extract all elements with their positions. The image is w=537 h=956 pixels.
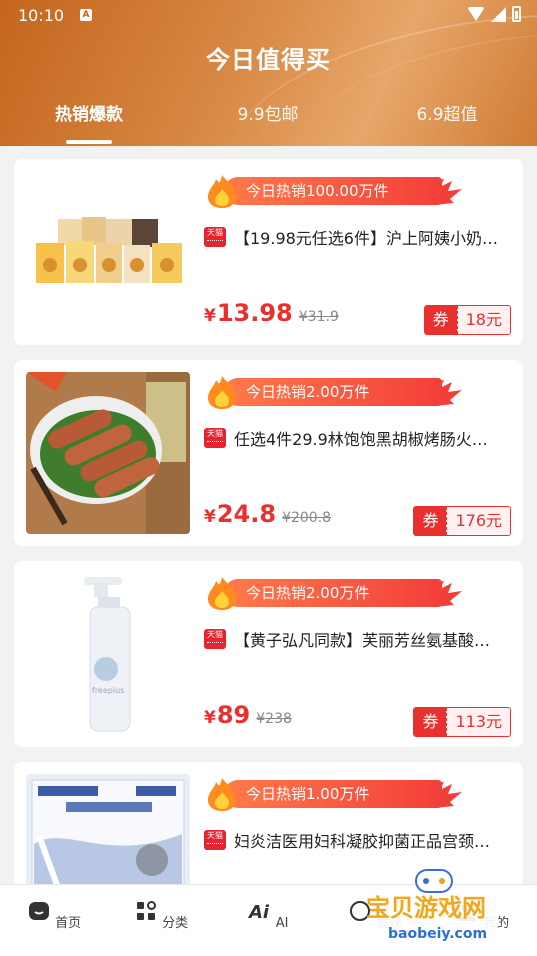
coupon-value: 113元 bbox=[446, 708, 510, 736]
hot-sale-label: 今日热销100.00万件 bbox=[224, 177, 442, 205]
flame-icon bbox=[208, 778, 236, 811]
coupon-badge[interactable]: 券 18元 bbox=[423, 305, 511, 335]
coupon-label: 券 bbox=[424, 306, 457, 334]
coupon-value: 18元 bbox=[456, 306, 510, 334]
coupon-badge[interactable]: 券 176元 bbox=[413, 506, 511, 536]
tab-bar: 热销爆款 9.9包邮 6.9超值 bbox=[0, 100, 537, 146]
product-name[interactable]: 妇炎洁医用妇科凝胶抑菌正品宫颈… bbox=[234, 828, 518, 852]
hot-sale-banner: 今日热销100.00万件 bbox=[204, 173, 462, 209]
status-icons bbox=[467, 6, 521, 22]
snack-packages-icon bbox=[26, 171, 190, 333]
flame-tail-icon bbox=[434, 782, 462, 808]
nav-category[interactable]: 分类 bbox=[121, 899, 201, 931]
svg-text:宝贝游戏网: 宝贝游戏网 bbox=[366, 894, 486, 922]
tab-active-indicator bbox=[66, 140, 112, 144]
flame-icon bbox=[208, 577, 236, 610]
hot-sale-banner: 今日热销2.00万件 bbox=[204, 575, 462, 611]
hot-sale-banner: 今日热销2.00万件 bbox=[204, 374, 462, 410]
page-title: 今日值得买 bbox=[206, 46, 331, 74]
sausage-plate-icon bbox=[26, 372, 190, 534]
product-name[interactable]: 任选4件29.9林饱饱黑胡椒烤肠火… bbox=[234, 426, 518, 450]
product-list[interactable]: 今日热销100.00万件 天猫 【19.98元任选6件】沪上阿姨小奶… ¥13.… bbox=[0, 146, 537, 884]
product-name[interactable]: 【黄子弘凡同款】芙丽芳丝氨基酸… bbox=[234, 627, 518, 651]
hot-sale-label: 今日热销2.00万件 bbox=[224, 579, 442, 607]
flame-tail-icon bbox=[434, 380, 462, 406]
svg-text:freeplus: freeplus bbox=[92, 686, 124, 695]
header: 10:10 A 今日值得买 热销爆款 9.9包邮 6.9超值 bbox=[0, 0, 537, 146]
coupon-label: 券 bbox=[414, 708, 447, 736]
nav-label: AI bbox=[275, 916, 289, 931]
product-card[interactable]: freeplus 今日热销2.00万件 天猫 【黄子弘凡同款】芙丽芳丝氨基酸… … bbox=[14, 561, 523, 747]
price-row: ¥24.8 ¥200.8 bbox=[204, 500, 331, 530]
watermark-logo: 宝贝游戏网 baobeiy.com bbox=[366, 869, 499, 948]
flame-tail-icon bbox=[434, 179, 462, 205]
signal-icon bbox=[491, 6, 506, 22]
platform-badge: 天猫 bbox=[204, 830, 226, 850]
nav-ai[interactable]: Ai AI bbox=[228, 899, 308, 931]
coupon-label: 券 bbox=[414, 507, 447, 535]
product-card[interactable]: 今日热销100.00万件 天猫 【19.98元任选6件】沪上阿姨小奶… ¥13.… bbox=[14, 159, 523, 345]
svg-text:baobeiy.com: baobeiy.com bbox=[388, 926, 487, 942]
nav-label: 分类 bbox=[162, 916, 189, 931]
ai-icon: Ai bbox=[247, 902, 270, 923]
home-icon bbox=[28, 902, 49, 920]
tab-hot-sale[interactable]: 热销爆款 bbox=[14, 100, 164, 125]
category-icon bbox=[136, 901, 156, 920]
product-name[interactable]: 【19.98元任选6件】沪上阿姨小奶… bbox=[234, 225, 518, 249]
product-image[interactable]: freeplus bbox=[26, 573, 190, 735]
tab-6-9-value[interactable]: 6.9超值 bbox=[372, 100, 522, 125]
current-price: ¥24.8 bbox=[204, 500, 277, 528]
coupon-badge[interactable]: 券 113元 bbox=[413, 707, 511, 737]
gel-box-icon bbox=[26, 774, 190, 884]
wifi-icon bbox=[467, 7, 485, 21]
status-bar: 10:10 A bbox=[0, 0, 537, 32]
current-price: ¥13.98 bbox=[204, 299, 293, 327]
original-price: ¥200.8 bbox=[282, 510, 332, 526]
tab-9-9-free-shipping[interactable]: 9.9包邮 bbox=[193, 100, 343, 125]
hot-sale-label: 今日热销2.00万件 bbox=[224, 378, 442, 406]
cleanser-bottle-icon: freeplus bbox=[26, 573, 190, 735]
flame-tail-icon bbox=[434, 581, 462, 607]
product-image[interactable] bbox=[26, 774, 190, 884]
platform-badge: 天猫 bbox=[204, 227, 226, 247]
hot-sale-label: 今日热销1.00万件 bbox=[224, 780, 442, 808]
svg-text:Ai: Ai bbox=[248, 902, 270, 923]
hot-sale-banner: 今日热销1.00万件 bbox=[204, 776, 462, 812]
coupon-value: 176元 bbox=[446, 507, 510, 535]
product-image[interactable] bbox=[26, 171, 190, 333]
nav-label: 首页 bbox=[55, 916, 82, 931]
product-card[interactable]: 今日热销2.00万件 天猫 任选4件29.9林饱饱黑胡椒烤肠火… ¥24.8 ¥… bbox=[14, 360, 523, 546]
status-time: 10:10 bbox=[18, 6, 65, 25]
nav-home[interactable]: 首页 bbox=[14, 899, 94, 931]
flame-icon bbox=[208, 376, 236, 409]
original-price: ¥238 bbox=[256, 711, 292, 727]
platform-badge: 天猫 bbox=[204, 629, 226, 649]
current-price: ¥89 bbox=[204, 701, 251, 729]
platform-badge: 天猫 bbox=[204, 428, 226, 448]
product-image[interactable] bbox=[26, 372, 190, 534]
battery-icon bbox=[512, 6, 521, 22]
original-price: ¥31.9 bbox=[298, 309, 339, 325]
price-row: ¥89 ¥238 bbox=[204, 701, 292, 731]
price-row: ¥13.98 ¥31.9 bbox=[204, 299, 339, 329]
notification-icon: A bbox=[80, 9, 92, 21]
flame-icon bbox=[208, 175, 236, 208]
